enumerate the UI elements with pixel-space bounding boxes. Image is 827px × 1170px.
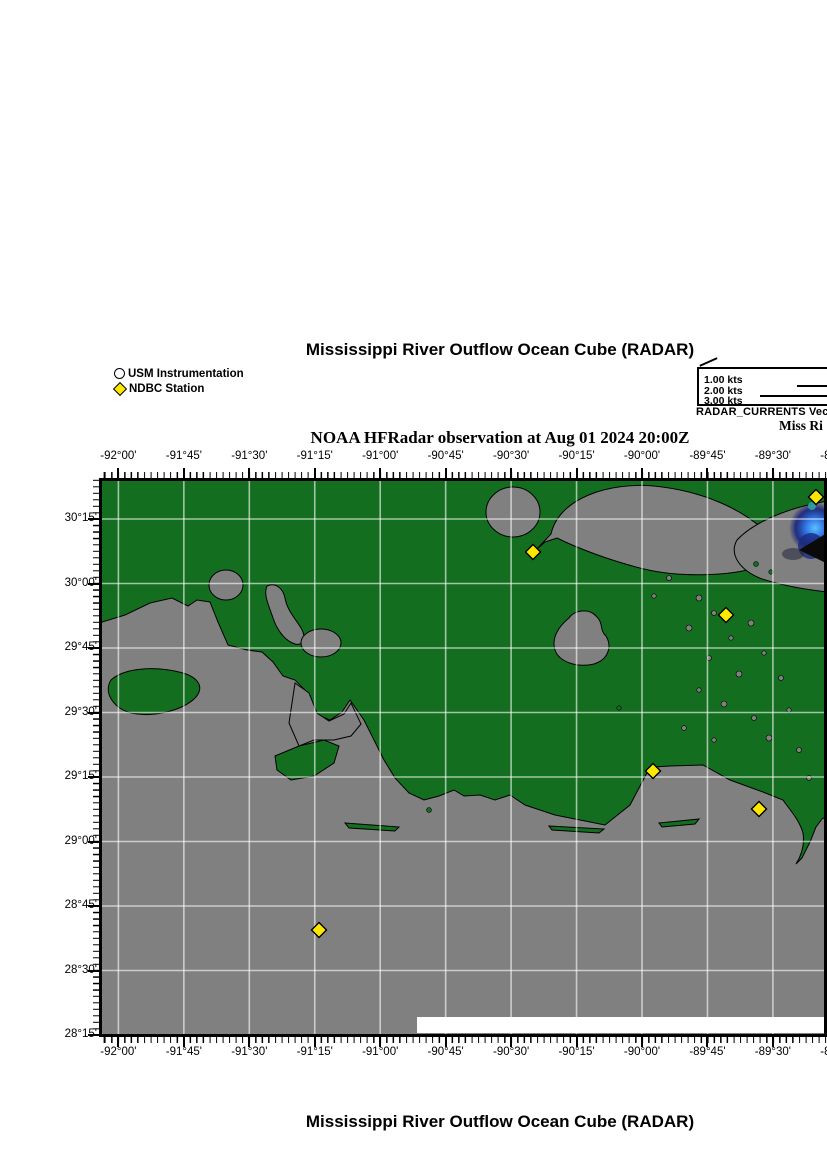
map-canvas (99, 478, 827, 1037)
x-tick-label-top: -92°00' (100, 450, 137, 462)
y-major-tick (88, 840, 99, 843)
x-major-tick-top (771, 468, 774, 478)
x-major-tick-top (182, 468, 185, 478)
x-tick-label-top: -90°15' (558, 450, 595, 462)
x-tick-label-bottom: -90°15' (558, 1046, 595, 1058)
page-title: Mississippi River Outflow Ocean Cube (RA… (305, 340, 695, 359)
x-tick-label-bottom: -90°45' (427, 1046, 464, 1058)
x-tick-label-top: -89°30' (754, 450, 791, 462)
x-tick-label-bottom: -91°45' (165, 1046, 202, 1058)
y-major-tick (88, 969, 99, 972)
yellow-diamond-icon (112, 381, 128, 396)
observation-subtitle: NOAA HFRadar observation at Aug 01 2024 … (310, 428, 690, 447)
y-major-tick (88, 1034, 99, 1036)
legend-label-usm: USM Instrumentation (128, 367, 244, 380)
y-major-tick (88, 647, 99, 649)
x-major-tick-bottom (641, 1037, 643, 1047)
x-tick-label-top: -89°45' (689, 450, 726, 462)
legend-row-usm: USM Instrumentation (114, 366, 244, 381)
x-major-tick-top (379, 468, 382, 478)
y-major-tick (88, 582, 99, 585)
x-tick-label-bottom: -89°30' (754, 1046, 791, 1058)
x-major-tick-top (641, 468, 643, 478)
x-major-tick-bottom (248, 1037, 251, 1047)
y-major-tick (88, 711, 99, 714)
scale-row-line (797, 384, 827, 387)
x-tick-label-top: -90°30' (492, 450, 530, 462)
x-major-tick-bottom (575, 1037, 578, 1047)
x-tick-label-bottom: -92°00' (100, 1046, 137, 1058)
vector-scale-box: 1.00 kts 2.00 kts 3.00 kts (697, 367, 827, 406)
x-major-tick-bottom (706, 1037, 709, 1047)
x-major-tick-bottom (444, 1037, 447, 1047)
x-tick-label-bottom: -91°00' (362, 1046, 399, 1058)
x-major-tick-top (444, 468, 447, 478)
x-major-tick-top (117, 468, 120, 478)
lake-palourde (300, 628, 342, 658)
map-svg (99, 478, 827, 1037)
lake-maurepas (485, 486, 541, 538)
scale-box-subcaption: Miss Ri (779, 418, 823, 433)
legend-label-ndbc: NDBC Station (129, 382, 205, 395)
y-major-tick (88, 905, 99, 907)
marker-legend: USM Instrumentation NDBC Station (112, 366, 244, 396)
x-major-tick-top (313, 468, 316, 478)
x-tick-label-bottom: -89°15' (820, 1046, 827, 1058)
y-major-tick (88, 776, 99, 778)
no-data-strip (417, 1017, 827, 1033)
x-major-tick-bottom (510, 1037, 513, 1047)
legend-row-ndbc: NDBC Station (112, 381, 244, 396)
x-major-tick-bottom (182, 1037, 185, 1047)
x-major-tick-bottom (117, 1037, 120, 1047)
x-major-tick-top (575, 468, 578, 478)
y-major-tick (88, 518, 99, 520)
x-major-tick-top (706, 468, 709, 478)
x-tick-label-bottom: -90°00' (623, 1046, 661, 1058)
x-tick-label-top: -91°00' (362, 450, 399, 462)
x-tick-label-top: -91°30' (231, 450, 268, 462)
x-tick-label-bottom: -91°15' (296, 1046, 333, 1058)
scale-box-caption: RADAR_CURRENTS Vec (696, 406, 827, 418)
x-tick-label-top: -89°15' (820, 450, 827, 462)
footer-title: Mississippi River Outflow Ocean Cube (RA… (305, 1112, 695, 1131)
x-axis-bottom-minor-ticks (99, 1037, 827, 1043)
x-major-tick-bottom (313, 1037, 316, 1047)
circle-outline-icon (114, 368, 125, 379)
x-tick-label-top: -90°00' (623, 450, 661, 462)
grand-lake (208, 569, 244, 601)
x-major-tick-bottom (771, 1037, 774, 1047)
x-tick-label-top: -90°45' (427, 450, 464, 462)
x-major-tick-bottom (379, 1037, 382, 1047)
scale-row-line (760, 395, 827, 397)
x-tick-label-top: -91°45' (165, 450, 202, 462)
x-major-tick-top (248, 468, 251, 478)
x-tick-label-bottom: -89°45' (689, 1046, 726, 1058)
vector-arrow-stub (699, 357, 718, 367)
x-major-tick-top (510, 468, 513, 478)
x-tick-label-bottom: -91°30' (231, 1046, 268, 1058)
x-tick-label-bottom: -90°30' (492, 1046, 530, 1058)
page: Mississippi River Outflow Ocean Cube (RA… (0, 0, 827, 1170)
scale-row: 1.00 kts (704, 370, 827, 386)
scale-row: 3.00 kts (704, 391, 827, 406)
x-tick-label-top: -91°15' (296, 450, 333, 462)
scale-row: 2.00 kts (704, 381, 827, 396)
